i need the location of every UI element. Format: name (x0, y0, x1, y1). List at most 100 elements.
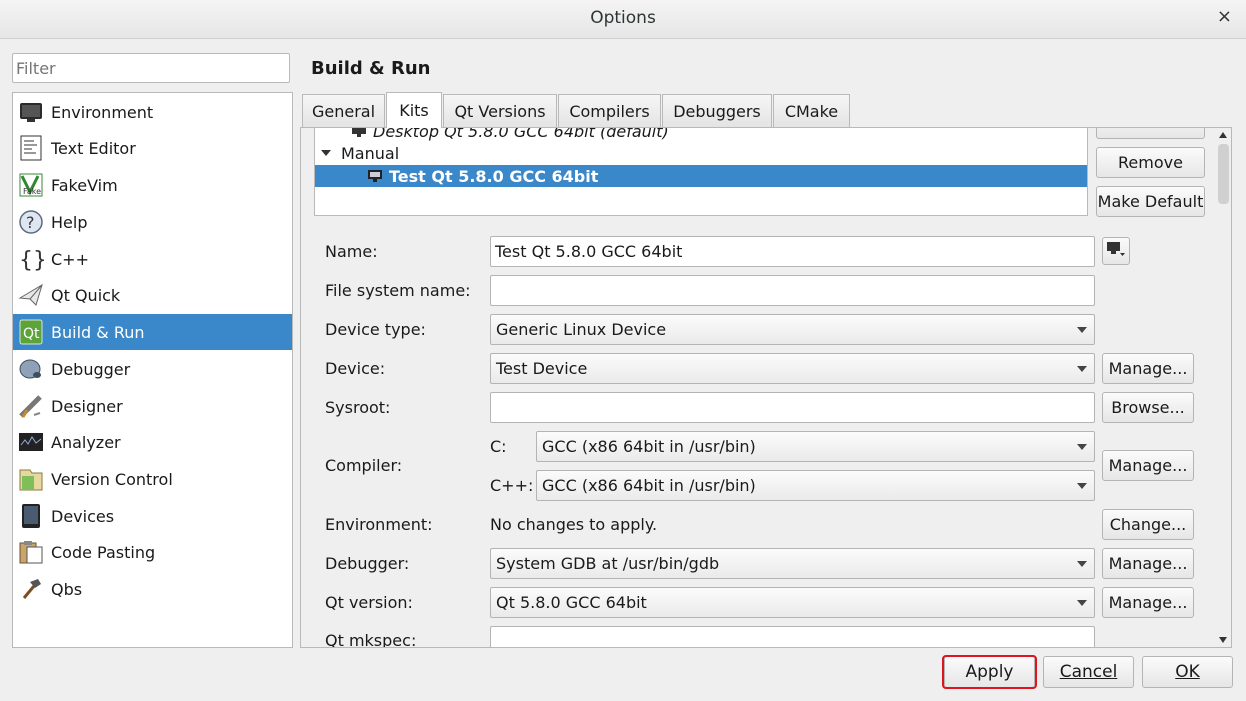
tablet-icon (18, 503, 44, 529)
sidebar-item-version-control[interactable]: Version Control (13, 461, 292, 497)
text-editor-icon (18, 135, 44, 161)
sysroot-browse-button[interactable]: Browse... (1102, 392, 1194, 423)
sidebar-item-qt-quick[interactable]: Qt Quick (13, 277, 292, 313)
debugger-manage-button[interactable]: Manage... (1102, 548, 1194, 579)
qt-mkspec-label: Qt mkspec: (325, 631, 417, 648)
add-kit-button[interactable] (1096, 128, 1205, 139)
svg-text:Qt: Qt (23, 326, 40, 342)
qt-version-label: Qt version: (325, 593, 413, 612)
sidebar-item-devices[interactable]: Devices (13, 498, 292, 534)
qt-version-manage-button[interactable]: Manage... (1102, 587, 1194, 618)
remove-button[interactable]: Remove (1096, 147, 1205, 178)
tab-general[interactable]: General (302, 94, 385, 127)
chevron-down-icon (1077, 366, 1087, 372)
page-title: Build & Run (311, 58, 431, 79)
title-bar: Options × (0, 0, 1246, 39)
sidebar-item-build-run[interactable]: Qt Build & Run (13, 314, 292, 350)
environment-change-button[interactable]: Change... (1102, 509, 1194, 540)
tab-kits[interactable]: Kits (386, 92, 442, 128)
device-type-select[interactable]: Generic Linux Device (490, 314, 1095, 345)
kits-tree[interactable]: Desktop Qt 5.8.0 GCC 64bit (default) Man… (314, 127, 1088, 216)
compiler-manage-button[interactable]: Manage... (1102, 450, 1194, 481)
name-field[interactable]: Test Qt 5.8.0 GCC 64bit (490, 236, 1095, 267)
compiler-cpp-select[interactable]: GCC (x86 64bit in /usr/bin) (536, 470, 1095, 501)
chevron-down-icon (1077, 600, 1087, 606)
tab-cmake[interactable]: CMake (773, 94, 850, 127)
tree-row-label: Test Qt 5.8.0 GCC 64bit (389, 166, 599, 186)
tab-qt-versions[interactable]: Qt Versions (443, 94, 557, 127)
filter-input[interactable] (12, 53, 290, 83)
help-icon: ? (18, 209, 44, 235)
tab-debuggers[interactable]: Debuggers (662, 94, 772, 127)
chevron-down-icon (1077, 444, 1087, 450)
svg-text:?: ? (26, 213, 35, 232)
sidebar-item-analyzer[interactable]: Analyzer (13, 424, 292, 460)
fs-name-field[interactable] (490, 275, 1095, 306)
compiler-cpp-label: C++: (490, 476, 534, 495)
cancel-button[interactable]: Cancel (1043, 656, 1134, 688)
scroll-up-icon[interactable] (1219, 132, 1227, 138)
paper-plane-icon (18, 282, 44, 308)
scroll-thumb[interactable] (1218, 144, 1229, 204)
sidebar-item-label: Debugger (51, 359, 131, 379)
name-label: Name: (325, 242, 378, 261)
sidebar-item-debugger[interactable]: Debugger (13, 351, 292, 387)
tab-compilers[interactable]: Compilers (558, 94, 661, 127)
device-select[interactable]: Test Device (490, 353, 1095, 384)
sidebar-item-label: Analyzer (51, 432, 121, 452)
chevron-down-icon[interactable] (321, 149, 333, 157)
sidebar-item-fakevim[interactable]: Fake FakeVim (13, 167, 292, 203)
sidebar-item-help[interactable]: ? Help (13, 204, 292, 240)
sidebar-item-label: Help (51, 212, 88, 232)
qt-version-value: Qt 5.8.0 GCC 64bit (496, 593, 647, 612)
tree-row-manual[interactable]: Manual (315, 142, 1087, 164)
sidebar-item-designer[interactable]: Designer (13, 388, 292, 424)
sidebar-item-qbs[interactable]: Qbs (13, 571, 292, 607)
sidebar-item-label: Qt Quick (51, 285, 121, 305)
qt-version-select[interactable]: Qt 5.8.0 GCC 64bit (490, 587, 1095, 618)
compiler-c-label: C: (490, 437, 507, 456)
vertical-scrollbar[interactable] (1216, 128, 1231, 647)
fs-name-label: File system name: (325, 281, 471, 300)
environment-value: No changes to apply. (490, 515, 658, 534)
device-value: Test Device (496, 359, 588, 378)
close-icon[interactable]: × (1217, 6, 1232, 27)
apply-highlight (942, 655, 1037, 689)
sidebar-item-label: Designer (51, 396, 123, 416)
fakevim-icon: Fake (18, 172, 44, 198)
braces-icon: {} (18, 246, 44, 272)
bug-icon (18, 356, 44, 382)
tree-row-desktop-kit[interactable]: Desktop Qt 5.8.0 GCC 64bit (default) (315, 127, 1087, 142)
chevron-down-icon (1077, 327, 1087, 333)
monitor-icon (315, 169, 383, 183)
ruler-icon (18, 393, 44, 419)
compiler-c-select[interactable]: GCC (x86 64bit in /usr/bin) (536, 431, 1095, 462)
sysroot-label: Sysroot: (325, 398, 391, 417)
device-icon-button[interactable] (1102, 237, 1130, 265)
svg-text:{}: {} (19, 248, 44, 272)
debugger-value: System GDB at /usr/bin/gdb (496, 554, 720, 573)
tree-row-label: Desktop Qt 5.8.0 GCC 64bit (default) (373, 127, 669, 141)
sidebar-item-environment[interactable]: Environment (13, 94, 292, 130)
chevron-down-icon (1077, 483, 1087, 489)
scroll-down-icon[interactable] (1219, 637, 1227, 643)
make-default-button[interactable]: Make Default (1096, 186, 1205, 217)
window-title: Options (590, 8, 656, 28)
sidebar-item-label: Code Pasting (51, 542, 156, 562)
debugger-label: Debugger: (325, 554, 410, 573)
sysroot-field[interactable] (490, 392, 1095, 423)
sidebar-item-label: Text Editor (51, 138, 136, 158)
sidebar-item-label: Environment (51, 102, 154, 122)
device-manage-button[interactable]: Manage... (1102, 353, 1194, 384)
sidebar-item-code-pasting[interactable]: Code Pasting (13, 534, 292, 570)
chevron-down-icon (1077, 561, 1087, 567)
qt-mkspec-field[interactable] (490, 626, 1095, 647)
qt-build-icon: Qt (18, 319, 44, 345)
monitor-icon (18, 99, 44, 125)
sidebar-item-label: FakeVim (51, 175, 118, 195)
debugger-select[interactable]: System GDB at /usr/bin/gdb (490, 548, 1095, 579)
tree-row-test-kit[interactable]: Test Qt 5.8.0 GCC 64bit (315, 165, 1087, 187)
sidebar-item-text-editor[interactable]: Text Editor (13, 130, 292, 166)
ok-button[interactable]: OK (1142, 656, 1233, 688)
sidebar-item-cpp[interactable]: {} C++ (13, 241, 292, 277)
